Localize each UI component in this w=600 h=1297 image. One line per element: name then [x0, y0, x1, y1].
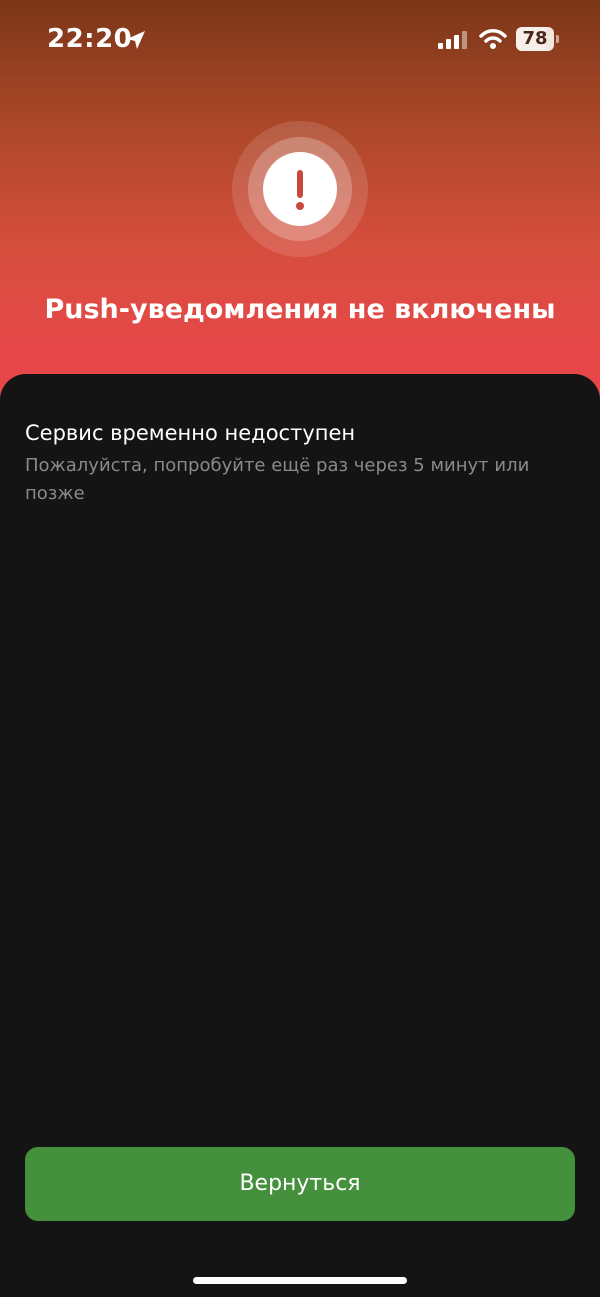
status-time: 22:20: [47, 24, 133, 54]
status-bar: 22:20 78: [0, 0, 600, 80]
alert-badge: [263, 152, 337, 226]
alert-title: Push-уведомления не включены: [44, 294, 556, 325]
message-title: Сервис временно недоступен: [25, 421, 356, 445]
location-arrow-icon: [127, 31, 145, 49]
battery-icon: 78: [516, 27, 560, 51]
message-body: Пожалуйста, попробуйте ещё раз через 5 м…: [25, 455, 530, 504]
battery-level: 78: [522, 28, 548, 49]
cellular-signal-icon: [438, 31, 467, 49]
back-button[interactable]: Вернуться: [25, 1147, 575, 1221]
exclamation-icon: [296, 170, 304, 210]
battery-tip: [556, 35, 559, 43]
home-indicator: [193, 1277, 407, 1284]
error-screen: 22:20 78 Push-уведомления не включены Се…: [0, 0, 600, 1297]
battery-body: 78: [516, 27, 554, 51]
wifi-icon: [479, 29, 507, 49]
